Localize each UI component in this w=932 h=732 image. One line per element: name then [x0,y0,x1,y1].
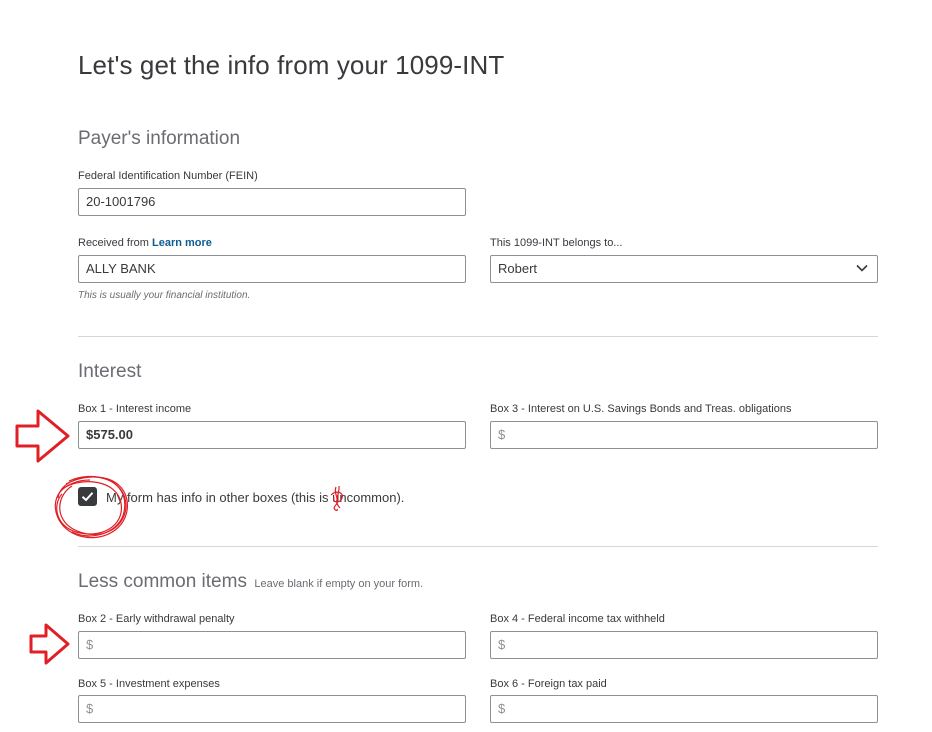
box5-label: Box 5 - Investment expenses [78,678,220,690]
interest-section-title: Interest [78,361,142,382]
box3-label: Box 3 - Interest on U.S. Savings Bonds a… [490,403,792,415]
box1-label: Box 1 - Interest income [78,403,192,415]
received-from-input[interactable]: ALLY BANK [78,255,466,283]
box2-label: Box 2 - Early withdrawal penalty [78,613,235,625]
received-from-hint: This is usually your financial instituti… [78,290,251,301]
box2-input[interactable]: $ [78,631,466,659]
belongs-to-label: This 1099-INT belongs to... [490,237,623,249]
section-divider [78,546,878,547]
box5-input[interactable]: $ [78,695,466,723]
page-title: Let's get the info from your 1099-INT [78,50,505,80]
payer-section-title: Payer's information [78,128,241,149]
red-scribble-circle-icon [54,475,128,539]
learn-more-link[interactable]: Learn more [152,237,212,249]
box4-input[interactable]: $ [490,631,878,659]
fein-label: Federal Identification Number (FEIN) [78,170,258,182]
less-common-section-title: Less common items [78,571,247,592]
box4-label: Box 4 - Federal income tax withheld [490,613,665,625]
red-arrow-icon [29,623,70,665]
other-boxes-checkbox[interactable] [78,487,97,506]
box6-input[interactable]: $ [490,695,878,723]
checkmark-icon [81,492,94,502]
section-divider [78,336,878,337]
less-common-note: Leave blank if empty on your form. [254,578,424,590]
received-from-label-text: Received from [78,237,149,249]
box3-input[interactable]: $ [490,421,878,449]
fein-input[interactable]: 20-1001796 [78,188,466,216]
box1-input[interactable]: $575.00 [78,421,466,449]
box6-label: Box 6 - Foreign tax paid [490,678,607,690]
chevron-down-icon [856,264,868,272]
belongs-to-selected-value: Robert [498,261,538,276]
red-arrow-icon [15,409,70,463]
less-common-header: Less common items Leave blank if empty o… [78,571,423,593]
other-boxes-label[interactable]: My form has info in other boxes (this is… [106,490,404,505]
belongs-to-select[interactable]: Robert [490,255,878,283]
received-from-label: Received from Learn more [78,237,212,249]
